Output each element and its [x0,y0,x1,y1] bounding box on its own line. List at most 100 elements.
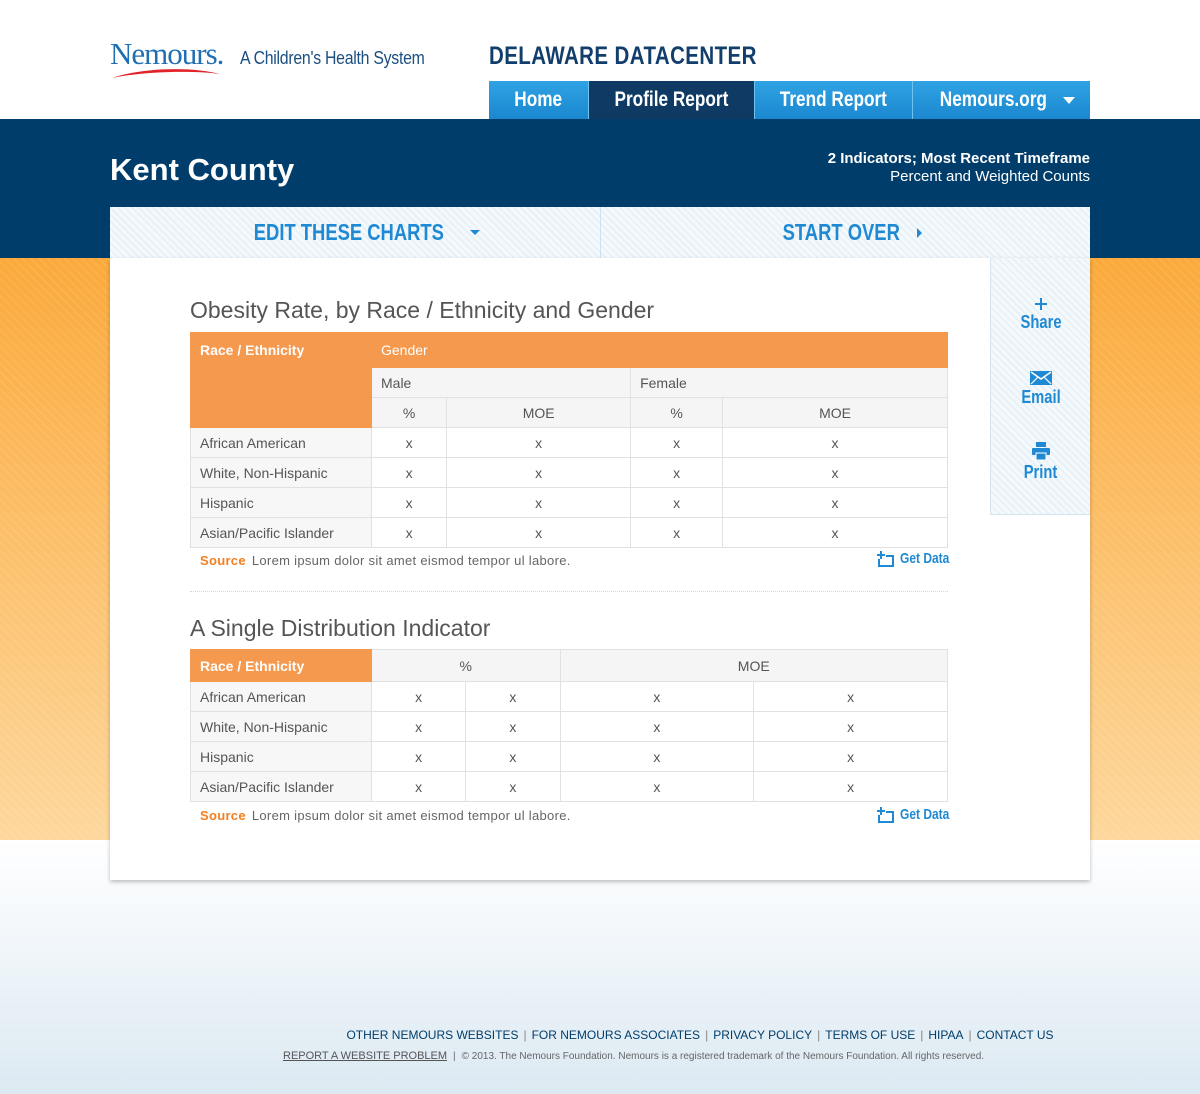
tagline: A Children's Health System [240,48,425,68]
email-button[interactable]: Email [991,371,1091,408]
chevron-down-icon [1062,96,1075,104]
column-header: % [630,397,724,428]
table-cell: x [630,427,724,458]
table-cell: x [753,681,948,712]
table-cell: x [446,517,632,548]
row-header: Race / Ethnicity [190,332,372,428]
section-divider [190,591,948,592]
indicator-summary: 2 Indicators; Most Recent Timeframe [827,150,1090,167]
table-cell: x [722,427,948,458]
obesity-rate-table: Race / Ethnicity Gender Male Female % MO… [190,332,948,548]
table-cell: x [370,741,467,772]
table-cell: x [559,711,755,742]
row-label: Hispanic [190,487,372,518]
measure-summary: Percent and Weighted Counts [890,168,1090,185]
table-cell: x [370,711,467,742]
column-header: MOE [446,397,632,428]
column-group-header: % [371,649,561,682]
plus-icon [1035,298,1047,310]
table-cell: x [465,741,561,772]
row-label: White, Non-Hispanic [190,711,372,742]
table-cell: x [465,681,561,712]
column-group-header: MOE [559,649,948,682]
table-row: White, Non-Hispanic x x x x [190,457,948,488]
table-cell: x [370,771,467,802]
gender-header: Gender [371,332,948,368]
table1-get-data-link[interactable]: Get Data [876,550,962,567]
table-cell: x [465,711,561,742]
footer-link-privacy[interactable]: PRIVACY POLICY [713,1028,812,1042]
table-row: African American x x x x [190,427,948,458]
table-cell: x [630,517,724,548]
printer-icon [1032,442,1050,460]
table-cell: x [446,427,632,458]
table-cell: x [559,771,755,802]
logo-swoosh-icon [112,69,220,78]
table-cell: x [722,517,948,548]
copyright-text: © 2013. The Nemours Foundation. Nemours … [461,1051,985,1062]
table2-get-data-link[interactable]: Get Data [876,806,962,823]
footer-link-terms[interactable]: TERMS OF USE [825,1028,915,1042]
table-cell: x [722,487,948,518]
source-label: Source [200,553,246,568]
footer-link-associates[interactable]: FOR NEMOURS ASSOCIATES [532,1028,700,1042]
subgroup-male: Male [370,367,632,398]
table-row: Hispanic x x x x [190,487,948,518]
source-label: Source [200,808,246,823]
table-cell: x [446,457,632,488]
caret-down-icon [469,230,480,235]
page-title: Kent County [110,152,295,187]
table-row: African American x x x x [190,681,948,712]
download-data-icon [877,806,894,823]
footer-link-contact[interactable]: CONTACT US [977,1028,1054,1042]
download-data-icon [877,550,894,567]
share-button[interactable]: Share [991,298,1091,333]
table-cell: x [753,711,948,742]
nav-tab-home[interactable]: Home [489,81,589,119]
row-label: Hispanic [190,741,372,772]
footer-links: OTHER NEMOURS WEBSITES | FOR NEMOURS ASSOC… [346,1028,1054,1042]
main-nav: Home Profile Report Trend Report Nemours… [489,81,1090,119]
table1-source: Source Lorem ipsum dolor sit amet eismod … [200,553,571,568]
content-panel: Share Email Print Obesity Rate, by Race … [110,258,1090,880]
table-cell: x [370,457,448,488]
nav-tab-nemours-org[interactable]: Nemours.org [913,81,1090,119]
row-label: African American [190,681,372,712]
footer-link-other-websites[interactable]: OTHER NEMOURS WEBSITES [346,1028,518,1042]
caret-right-icon [917,227,923,238]
source-text: Lorem ipsum dolor sit amet eismod tempor… [251,553,571,568]
share-sidebar: Share Email Print [990,258,1090,515]
envelope-icon [1030,371,1052,385]
table-cell: x [753,771,948,802]
report-problem-link[interactable]: REPORT A WEBSITE PROBLEM [283,1050,447,1062]
row-header: Race / Ethnicity [190,649,372,682]
table-row: White, Non-Hispanic x x x x [190,711,948,742]
table-cell: x [559,741,755,772]
site-title[interactable]: DELAWARE DATACENTER [489,42,757,71]
action-bar: EDIT THESE CHARTS START OVER [110,207,1090,258]
column-header: % [370,397,448,428]
table2-title: A Single Distribution Indicator [190,615,491,641]
nemours-logo[interactable]: Nemours. [110,36,224,78]
row-label: Asian/Pacific Islander [190,517,372,548]
table-cell: x [370,681,467,712]
table-cell: x [446,487,632,518]
table-row: Asian/Pacific Islander x x x x [190,517,948,548]
print-button[interactable]: Print [991,442,1091,483]
table-cell: x [630,487,724,518]
footer-copyright: REPORT A WEBSITE PROBLEM | © 2013. The Nem… [283,1050,985,1062]
table-cell: x [370,517,448,548]
logo-wordmark: Nemours. [110,36,224,71]
nav-tab-profile-report[interactable]: Profile Report [589,81,755,119]
start-over-button[interactable]: START OVER [599,207,1091,258]
table-cell: x [753,741,948,772]
footer-link-hipaa[interactable]: HIPAA [928,1028,963,1042]
site-header: Nemours. A Children's Health System DELA… [0,0,1200,119]
table2-source: Source Lorem ipsum dolor sit amet eismod … [200,808,571,823]
row-label: Asian/Pacific Islander [190,771,372,802]
nav-tab-trend-report[interactable]: Trend Report [755,81,913,119]
distribution-table: Race / Ethnicity % MOE African American … [190,649,948,802]
row-label: White, Non-Hispanic [190,457,372,488]
edit-charts-button[interactable]: EDIT THESE CHARTS [110,207,600,258]
subgroup-female: Female [630,367,948,398]
